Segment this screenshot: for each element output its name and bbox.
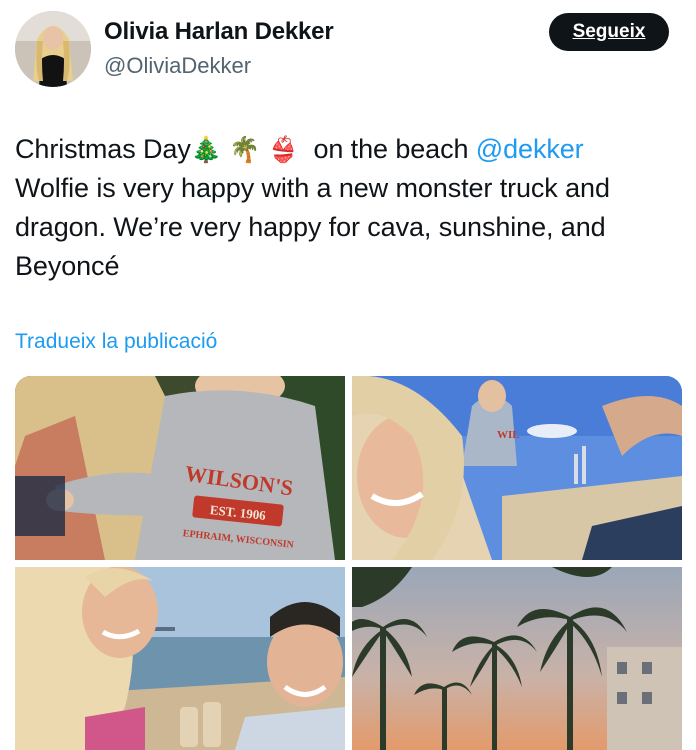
mention-link[interactable]: @dekker bbox=[476, 134, 584, 164]
author-handle[interactable]: @OliviaDekker bbox=[104, 53, 251, 79]
photo-2-image: WIL bbox=[352, 376, 682, 560]
translate-link[interactable]: Tradueix la publicació bbox=[15, 330, 217, 354]
child-shirt-text: WIL bbox=[497, 429, 520, 441]
author-avatar[interactable] bbox=[15, 11, 91, 87]
bikini-icon: 👙 bbox=[267, 135, 299, 164]
avatar-image bbox=[15, 11, 91, 87]
christmas-tree-icon: 🎄 bbox=[190, 135, 222, 164]
tweet-header: Olivia Harlan Dekker @OliviaDekker Segue… bbox=[0, 0, 696, 100]
author-name[interactable]: Olivia Harlan Dekker bbox=[104, 18, 334, 46]
palm-tree-icon: 🌴 bbox=[229, 135, 261, 164]
media-grid: WILSON'S EST. 1906 EPHRAIM, WISCONSIN WI… bbox=[15, 376, 682, 750]
tweet-text-start: Christmas Day bbox=[15, 134, 191, 164]
follow-button[interactable]: Segueix bbox=[549, 13, 669, 51]
photo-palm-sunset[interactable] bbox=[352, 567, 682, 750]
photo-1-image: WILSON'S EST. 1906 EPHRAIM, WISCONSIN bbox=[15, 376, 345, 560]
photo-4-image bbox=[352, 567, 682, 750]
tweet-text-after-emoji: on the beach bbox=[313, 134, 469, 164]
tweet-text-rest: Wolfie is very happy with a new monster … bbox=[15, 173, 610, 281]
photo-child-shirt[interactable]: WILSON'S EST. 1906 EPHRAIM, WISCONSIN bbox=[15, 376, 345, 560]
photo-beach-selfie[interactable]: WIL bbox=[352, 376, 682, 560]
photo-couple-toast[interactable] bbox=[15, 567, 345, 750]
photo-3-image bbox=[15, 567, 345, 750]
tweet-text: Christmas Day🎄 🌴 👙 on the beach @dekker … bbox=[15, 130, 675, 286]
